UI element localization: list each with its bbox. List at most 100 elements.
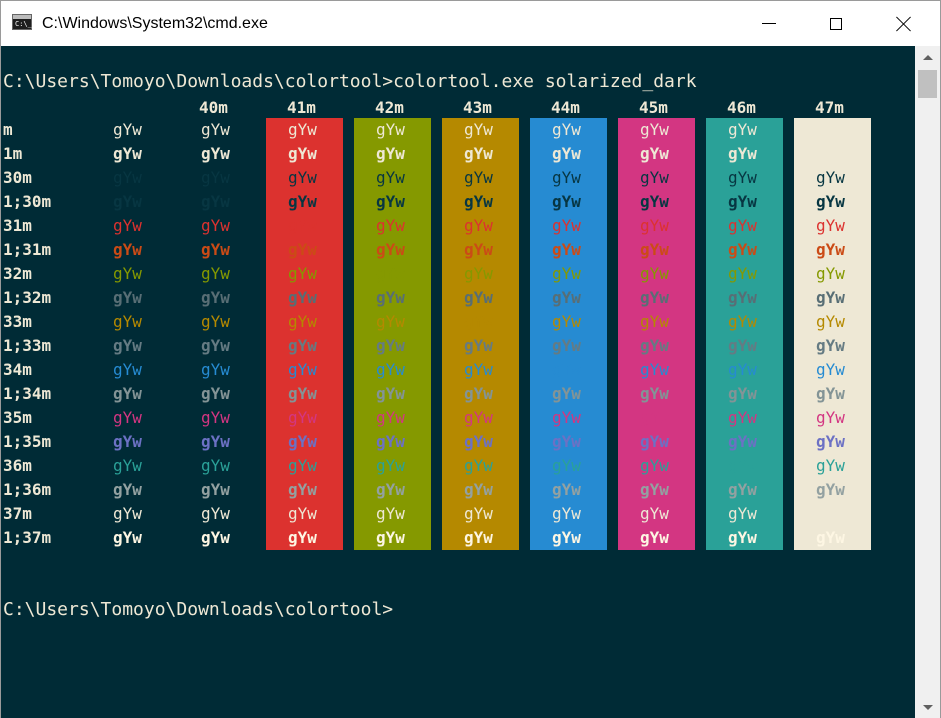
sample-text: gYw	[728, 264, 757, 283]
sample-text: gYw	[113, 528, 142, 547]
row-label: 1;35m	[3, 432, 52, 451]
sample-text: gYw	[201, 312, 230, 331]
row-label: 35m	[3, 408, 32, 427]
sample-text: gYw	[552, 312, 581, 331]
sample-text: gYw	[552, 504, 581, 523]
sample-text: gYw	[464, 168, 493, 187]
sample-text: gYw	[464, 192, 493, 211]
scrollbar-thumb[interactable]	[918, 70, 937, 98]
minimize-icon	[762, 23, 776, 24]
console-output[interactable]: C:\Users\Tomoyo\Downloads\colortool>colo…	[1, 46, 915, 718]
sample-text: gYw	[113, 408, 142, 427]
row-label: 1;32m	[3, 288, 52, 307]
sample-text: gYw	[376, 144, 405, 163]
sample-text: gYw	[376, 360, 405, 379]
scroll-up-button[interactable]	[915, 46, 940, 68]
final-prompt: C:\Users\Tomoyo\Downloads\colortool>	[3, 599, 394, 620]
sample-text: gYw	[376, 240, 405, 259]
close-button[interactable]	[881, 1, 927, 46]
sample-text: gYw	[728, 192, 757, 211]
sample-text: gYw	[376, 192, 405, 211]
sample-text: gYw	[640, 288, 669, 307]
sample-text: gYw	[376, 456, 405, 475]
sample-text: gYw	[201, 360, 230, 379]
sample-text: gYw	[816, 408, 845, 427]
sample-text: gYw	[464, 480, 493, 499]
sample-text: gYw	[464, 336, 493, 355]
sample-text: gYw	[728, 216, 757, 235]
sample-text: gYw	[288, 144, 317, 163]
row-label: 36m	[3, 456, 32, 475]
sample-text: gYw	[816, 144, 845, 163]
column-header: 47m	[815, 98, 844, 117]
sample-text: gYw	[288, 360, 317, 379]
sample-text: gYw	[464, 384, 493, 403]
sample-text: gYw	[201, 456, 230, 475]
sample-text: gYw	[728, 312, 757, 331]
sample-text: gYw	[464, 144, 493, 163]
sample-text: gYw	[113, 360, 142, 379]
sample-text: gYw	[728, 504, 757, 523]
sample-text: gYw	[552, 192, 581, 211]
sample-text: gYw	[728, 168, 757, 187]
row-label: 30m	[3, 168, 32, 187]
sample-text: gYw	[816, 240, 845, 259]
sample-text: gYw	[640, 432, 669, 451]
sample-text: gYw	[728, 408, 757, 427]
sample-text: gYw	[201, 384, 230, 403]
column-header: 41m	[287, 98, 316, 117]
sample-text: gYw	[640, 120, 669, 139]
command-line: C:\Users\Tomoyo\Downloads\colortool>colo…	[3, 71, 697, 92]
sample-text: gYw	[113, 336, 142, 355]
sample-text: gYw	[201, 120, 230, 139]
sample-text: gYw	[113, 120, 142, 139]
sample-text: gYw	[376, 288, 405, 307]
scroll-down-button[interactable]	[915, 696, 940, 718]
sample-text: gYw	[288, 504, 317, 523]
sample-text: gYw	[728, 456, 757, 475]
sample-text: gYw	[728, 480, 757, 499]
sample-text: gYw	[552, 480, 581, 499]
column-header: 42m	[375, 98, 404, 117]
column-header: 45m	[639, 98, 668, 117]
sample-text: gYw	[376, 264, 405, 283]
sample-text: gYw	[816, 456, 845, 475]
sample-text: gYw	[552, 408, 581, 427]
sample-text: gYw	[201, 528, 230, 547]
sample-text: gYw	[552, 168, 581, 187]
sample-text: gYw	[816, 528, 845, 547]
maximize-button[interactable]	[813, 1, 859, 46]
sample-text: gYw	[113, 240, 142, 259]
minimize-button[interactable]	[746, 1, 792, 46]
sample-text: gYw	[288, 408, 317, 427]
sample-text: gYw	[113, 504, 142, 523]
cmd-icon[interactable]: C:\_	[12, 14, 32, 30]
sample-text: gYw	[640, 312, 669, 331]
sample-text: gYw	[113, 456, 142, 475]
sample-text: gYw	[376, 120, 405, 139]
vertical-scrollbar[interactable]	[915, 46, 940, 718]
sample-text: gYw	[640, 504, 669, 523]
sample-text: gYw	[640, 168, 669, 187]
sample-text: gYw	[552, 456, 581, 475]
sample-text: gYw	[640, 216, 669, 235]
sample-text: gYw	[640, 408, 669, 427]
row-label: 1;37m	[3, 528, 52, 547]
sample-text: gYw	[113, 264, 142, 283]
row-label: 1;31m	[3, 240, 52, 259]
sample-text: gYw	[376, 384, 405, 403]
sample-text: gYw	[376, 168, 405, 187]
sample-text: gYw	[816, 120, 845, 139]
sample-text: gYw	[816, 264, 845, 283]
row-label: 1;30m	[3, 192, 52, 211]
sample-text: gYw	[816, 312, 845, 331]
sample-text: gYw	[464, 312, 493, 331]
sample-text: gYw	[288, 192, 317, 211]
sample-text: gYw	[376, 480, 405, 499]
sample-text: gYw	[816, 216, 845, 235]
sample-text: gYw	[816, 288, 845, 307]
title-bar[interactable]: C:\_ C:\Windows\System32\cmd.exe	[1, 1, 940, 46]
sample-text: gYw	[201, 288, 230, 307]
sample-text: gYw	[288, 528, 317, 547]
sample-text: gYw	[288, 480, 317, 499]
